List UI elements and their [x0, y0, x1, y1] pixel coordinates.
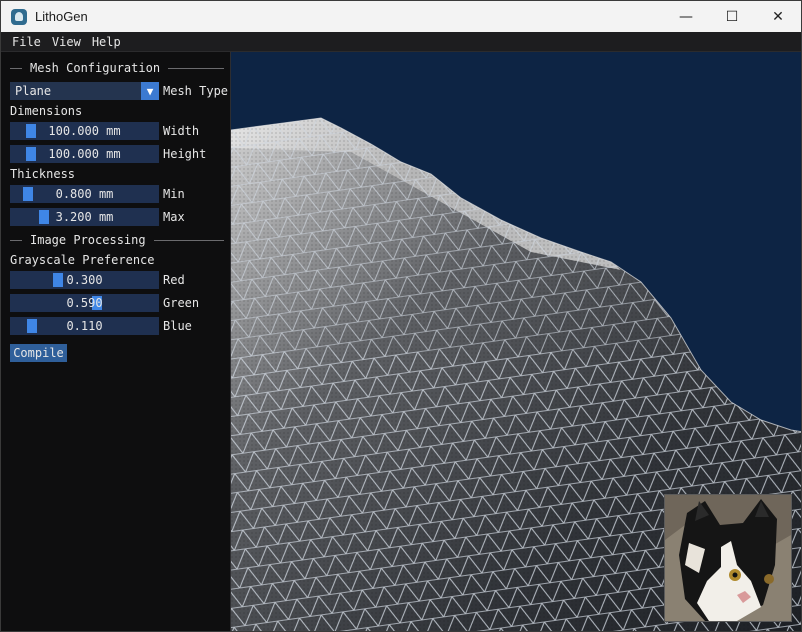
3d-viewport[interactable]: [231, 52, 801, 631]
window-controls: — ☐ ✕: [663, 1, 801, 32]
menu-bar: File View Help: [1, 32, 801, 52]
red-weight-label: Red: [163, 273, 185, 287]
image-section-header: Image Processing: [10, 233, 224, 247]
mesh-type-value: Plane: [15, 84, 52, 98]
menu-view[interactable]: View: [48, 35, 88, 49]
mesh-section-title: Mesh Configuration: [30, 61, 161, 75]
chevron-down-icon[interactable]: ▼: [141, 82, 159, 100]
minimize-button[interactable]: —: [663, 1, 709, 32]
min-thickness-value: 0.800 mm: [55, 187, 114, 201]
title-bar: LithoGen — ☐ ✕: [1, 1, 801, 32]
max-thickness-value: 3.200 mm: [55, 210, 114, 224]
compile-button[interactable]: Compile: [10, 344, 67, 362]
app-icon: [11, 8, 27, 25]
width-value: 100.000 mm: [48, 124, 121, 138]
height-slider[interactable]: 100.000 mm: [10, 145, 159, 163]
min-thickness-slider[interactable]: 0.800 mm: [10, 185, 159, 203]
red-weight-slider[interactable]: 0.300: [10, 271, 159, 289]
max-thickness-label: Max: [163, 210, 185, 224]
green-weight-slider[interactable]: 0.590: [10, 294, 159, 312]
grayscale-heading: Grayscale Preference: [10, 253, 155, 267]
min-thickness-label: Min: [163, 187, 185, 201]
thickness-heading: Thickness: [10, 167, 76, 181]
menu-help[interactable]: Help: [88, 35, 128, 49]
close-button[interactable]: ✕: [755, 1, 801, 32]
max-thickness-slider[interactable]: 3.200 mm: [10, 208, 159, 226]
app-window: LithoGen — ☐ ✕ File View Help Mesh Confi…: [0, 0, 802, 632]
height-value: 100.000 mm: [48, 147, 121, 161]
width-slider[interactable]: 100.000 mm: [10, 122, 159, 140]
dimensions-heading: Dimensions: [10, 104, 83, 118]
settings-panel: Mesh Configuration Plane ▼ Mesh Type Dim…: [1, 52, 231, 631]
window-title: LithoGen: [35, 9, 88, 24]
mesh-type-label: Mesh Type: [163, 84, 229, 98]
menu-file[interactable]: File: [1, 35, 48, 49]
green-weight-label: Green: [163, 296, 200, 310]
maximize-button[interactable]: ☐: [709, 1, 755, 32]
green-weight-value: 0.590: [66, 296, 103, 310]
width-label: Width: [163, 124, 200, 138]
mesh-section-header: Mesh Configuration: [10, 61, 224, 75]
red-weight-value: 0.300: [66, 273, 103, 287]
source-image-preview: [664, 494, 792, 622]
blue-weight-label: Blue: [163, 319, 192, 333]
mesh-type-combo[interactable]: Plane ▼: [10, 82, 159, 100]
image-section-title: Image Processing: [30, 233, 146, 247]
blue-weight-value: 0.110: [66, 319, 103, 333]
kitten-photo: [665, 495, 791, 621]
height-label: Height: [163, 147, 207, 161]
blue-weight-slider[interactable]: 0.110: [10, 317, 159, 335]
